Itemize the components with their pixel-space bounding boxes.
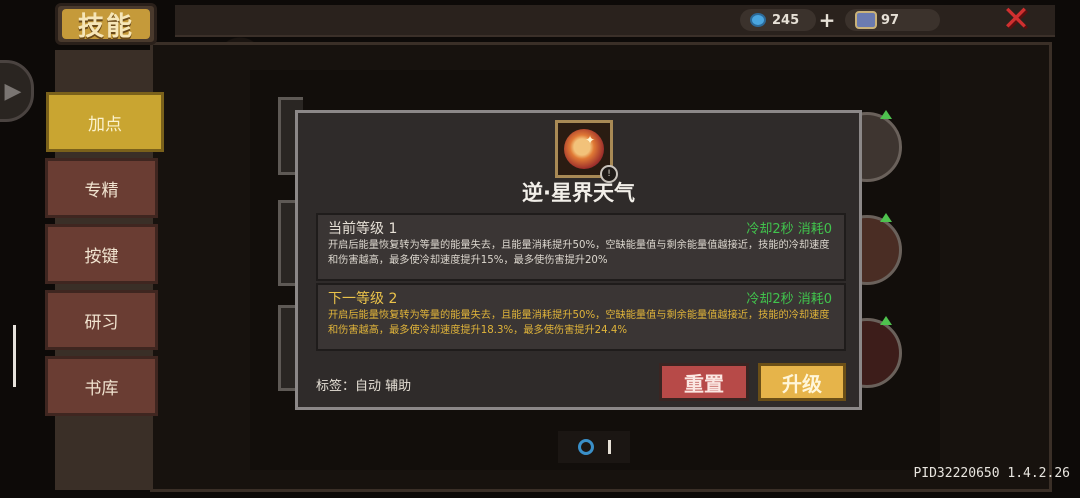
skill-tags: 标签：自动 辅助 (316, 379, 412, 394)
next-level-cost: 冷却2秒 消耗0 (746, 292, 832, 307)
tab-allocate[interactable]: 加点 (46, 92, 164, 152)
tab-library[interactable]: 书库 (45, 356, 158, 416)
upgrade-arrow-icon (880, 213, 892, 222)
ticket-icon (855, 11, 877, 29)
ticket-counter: 97 (845, 9, 940, 31)
tab-study[interactable]: 研习 (45, 290, 158, 350)
ticket-count: 97 (881, 12, 900, 28)
current-level-desc: 开启后能量恢复转为等量的能量失去，且能量消耗提升50%，空缺能量值与剩余能量值越… (328, 240, 830, 266)
scroll-indicator (13, 325, 16, 387)
next-level-desc: 开启后能量恢复转为等量的能量失去，且能量消耗提升50%，空缺能量值与剩余能量值越… (328, 310, 830, 336)
current-level-header: 当前等级 1 (328, 221, 398, 237)
gem-count: 245 (772, 12, 800, 28)
title-inner: 技能 (62, 9, 150, 42)
next-level-header: 下一等级 2 (328, 291, 398, 307)
upgrade-arrow-icon (880, 110, 892, 119)
current-level-cost: 冷却2秒 消耗0 (746, 222, 832, 237)
page-indicator[interactable] (558, 431, 630, 463)
close-icon[interactable]: ✕ (1000, 2, 1032, 36)
gem-counter: 245 (740, 9, 816, 31)
upgrade-arrow-icon (880, 316, 892, 325)
tab-specialize[interactable]: 专精 (45, 158, 158, 218)
next-level-panel: 下一等级 2 冷却2秒 消耗0 开启后能量恢复转为等量的能量失去，且能量消耗提升… (316, 283, 846, 351)
chevron-right-icon: ▶ (4, 78, 22, 104)
page-bar (607, 440, 611, 454)
gem-icon (750, 13, 766, 27)
title-box: 技能 (55, 3, 157, 45)
skill-detail-dialog: ! 逆·星界天气 当前等级 1 冷却2秒 消耗0 开启后能量恢复转为等量的能量失… (295, 110, 862, 410)
current-level-panel: 当前等级 1 冷却2秒 消耗0 开启后能量恢复转为等量的能量失去，且能量消耗提升… (316, 213, 846, 281)
top-bar: 245 + 97 (175, 5, 1055, 37)
tab-keys[interactable]: 按键 (45, 224, 158, 284)
reset-button[interactable]: 重置 (659, 363, 749, 401)
astral-orb-icon (564, 129, 604, 169)
add-currency-button[interactable]: + (816, 8, 838, 32)
skill-name: 逆·星界天气 (522, 181, 635, 205)
skill-icon[interactable]: ! (555, 120, 618, 183)
player-id-version: PID32220650 1.4.2.26 (913, 466, 1070, 481)
page-title: 技能 (77, 11, 134, 42)
upgrade-button[interactable]: 升级 (758, 363, 846, 401)
swirl-icon (577, 439, 594, 455)
